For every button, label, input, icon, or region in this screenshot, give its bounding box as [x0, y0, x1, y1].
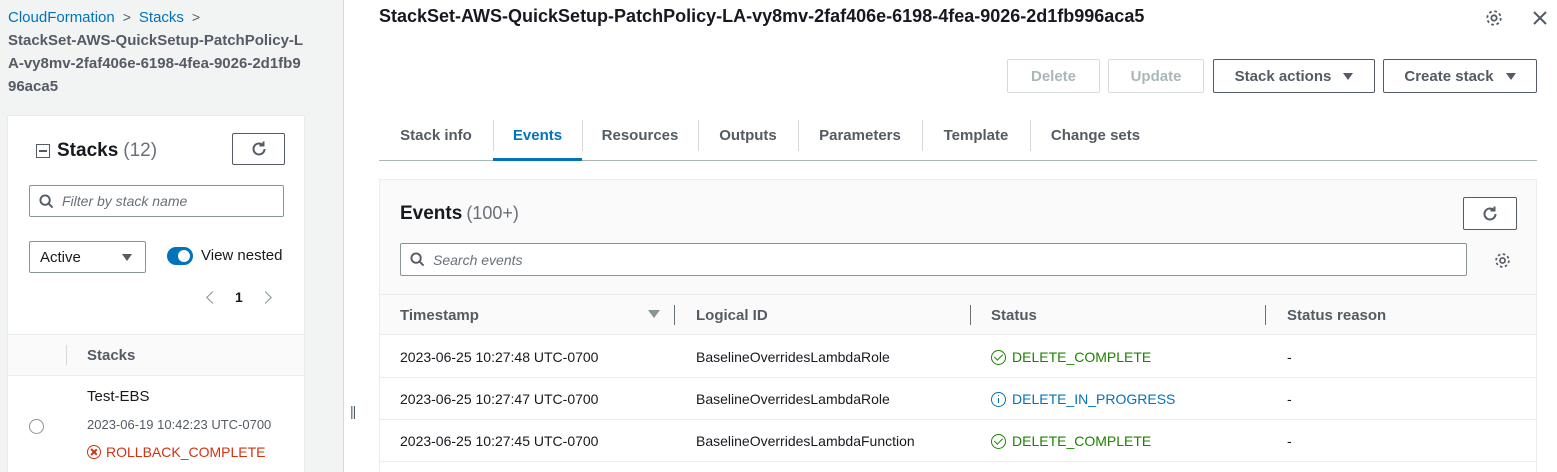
- tab-resources[interactable]: Resources: [582, 110, 698, 160]
- column-header-logical-id[interactable]: Logical ID: [696, 307, 768, 324]
- stacks-panel-title: Stacks (12): [36, 140, 157, 162]
- stack-actions-label: Stack actions: [1234, 67, 1332, 85]
- table-settings-gear-icon[interactable]: [1494, 252, 1511, 269]
- event-logical-id: BaselineOverridesLambdaFunction: [696, 433, 915, 449]
- events-panel: Events (100+) Search events Timestamp Log…: [379, 179, 1537, 472]
- column-header-status-reason[interactable]: Status reason: [1287, 307, 1386, 324]
- event-logical-id: BaselineOverridesLambdaRole: [696, 391, 890, 407]
- event-timestamp: 2023-06-25 10:27:47 UTC-0700: [400, 391, 599, 407]
- event-status-reason: -: [1287, 349, 1292, 365]
- event-status-reason: -: [1287, 433, 1292, 449]
- stack-status: ROLLBACK_COMPLETE: [87, 444, 266, 460]
- refresh-icon: [1483, 206, 1497, 220]
- stacks-table-header: Stacks: [8, 334, 304, 376]
- sort-descending-icon[interactable]: [648, 310, 660, 318]
- tab-events[interactable]: Events: [493, 110, 582, 161]
- panel-resize-handle[interactable]: ||: [350, 403, 356, 419]
- stack-tabs: Stack info Events Resources Outputs Para…: [379, 110, 1537, 161]
- column-header-status[interactable]: Status: [991, 307, 1037, 324]
- breadcrumb: CloudFormation > Stacks > StackSet-AWS-Quic…: [8, 6, 308, 98]
- column-separator[interactable]: [970, 305, 971, 325]
- search-icon: [39, 193, 54, 208]
- event-status-reason: -: [1287, 391, 1292, 407]
- stack-row[interactable]: Test-EBS 2023-06-19 10:42:23 UTC-0700 RO…: [8, 377, 304, 472]
- stacks-list-panel: Stacks (12) Filter by stack name Active …: [7, 115, 305, 472]
- event-status-text: DELETE_COMPLETE: [1012, 349, 1152, 365]
- stacks-count: (12): [123, 140, 158, 161]
- stacks-refresh-button[interactable]: [232, 133, 285, 165]
- events-panel-header: Events (100+) Search events: [380, 180, 1536, 294]
- event-status-text: DELETE_COMPLETE: [1012, 433, 1152, 449]
- create-stack-button[interactable]: Create stack: [1383, 59, 1537, 93]
- event-status: DELETE_IN_PROGRESS: [991, 391, 1175, 407]
- tab-change-sets[interactable]: Change sets: [1030, 110, 1161, 160]
- table-row: 2023-06-25 10:27:48 UTC-0700 BaselineOve…: [380, 336, 1536, 378]
- caret-down-icon: [122, 254, 132, 261]
- success-icon: [991, 349, 1006, 365]
- search-icon: [410, 252, 425, 267]
- table-row: 2023-06-25 10:27:45 UTC-0700 BaselineOve…: [380, 420, 1536, 462]
- breadcrumb-cloudformation[interactable]: CloudFormation: [8, 9, 115, 26]
- events-search-placeholder: Search events: [433, 251, 523, 268]
- info-icon: [991, 391, 1006, 407]
- page-number[interactable]: 1: [235, 289, 243, 305]
- stacks-sidebar: CloudFormation > Stacks > StackSet-AWS-Quic…: [0, 0, 344, 472]
- collapse-icon[interactable]: [36, 144, 50, 158]
- column-header-timestamp[interactable]: Timestamp: [400, 307, 479, 324]
- previous-page-icon[interactable]: [206, 290, 219, 304]
- events-table-header: Timestamp Logical ID Status Status reaso…: [380, 294, 1536, 335]
- tab-stack-info[interactable]: Stack info: [379, 110, 493, 160]
- stack-status-select[interactable]: Active: [29, 241, 146, 273]
- delete-button[interactable]: Delete: [1007, 59, 1100, 93]
- view-nested-label: View nested: [201, 247, 283, 264]
- column-separator[interactable]: [674, 305, 675, 325]
- events-title: Events (100+): [400, 203, 519, 225]
- stack-filter-placeholder: Filter by stack name: [62, 193, 188, 209]
- column-separator[interactable]: [1265, 305, 1266, 325]
- column-separator: [66, 345, 67, 365]
- events-title-text: Events: [400, 203, 463, 224]
- pagination: 1: [206, 289, 272, 305]
- page-title: StackSet-AWS-QuickSetup-PatchPolicy-LA-v…: [379, 6, 1145, 26]
- create-stack-label: Create stack: [1404, 67, 1494, 85]
- event-status: DELETE_COMPLETE: [991, 433, 1151, 449]
- breadcrumb-separator-icon: >: [122, 9, 131, 25]
- table-row: 2023-06-25 10:27:47 UTC-0700 BaselineOve…: [380, 378, 1536, 420]
- event-timestamp: 2023-06-25 10:27:48 UTC-0700: [400, 349, 599, 365]
- view-nested-toggle[interactable]: [167, 247, 193, 265]
- stack-created-date: 2023-06-19 10:42:23 UTC-0700: [87, 417, 272, 432]
- stack-filter-input[interactable]: Filter by stack name: [29, 185, 284, 217]
- stack-actions-button[interactable]: Stack actions: [1213, 59, 1375, 93]
- tab-outputs[interactable]: Outputs: [698, 110, 798, 160]
- close-icon[interactable]: [1532, 10, 1548, 26]
- refresh-icon: [252, 141, 265, 156]
- events-refresh-button[interactable]: [1463, 197, 1517, 230]
- breadcrumb-stacks[interactable]: Stacks: [139, 9, 184, 26]
- stacks-title-text: Stacks: [57, 140, 119, 161]
- events-search-input[interactable]: Search events: [400, 243, 1467, 276]
- event-status-text: DELETE_IN_PROGRESS: [1012, 391, 1176, 407]
- tab-template[interactable]: Template: [922, 110, 1030, 160]
- update-button[interactable]: Update: [1108, 59, 1204, 93]
- tab-parameters[interactable]: Parameters: [798, 110, 922, 160]
- error-icon: [87, 445, 101, 459]
- gear-icon[interactable]: [1485, 9, 1503, 27]
- stack-status-text: ROLLBACK_COMPLETE: [106, 444, 266, 460]
- event-logical-id: BaselineOverridesLambdaRole: [696, 349, 890, 365]
- stack-name[interactable]: Test-EBS: [87, 388, 150, 405]
- next-page-icon[interactable]: [258, 290, 272, 304]
- breadcrumb-current: StackSet-AWS-QuickSetup-PatchPolicy-LA-v…: [8, 32, 304, 95]
- event-status: DELETE_COMPLETE: [991, 349, 1151, 365]
- events-count: (100+): [466, 203, 519, 223]
- stack-status-select-value: Active: [40, 248, 81, 266]
- caret-down-icon: [1505, 72, 1516, 80]
- event-timestamp: 2023-06-25 10:27:45 UTC-0700: [400, 433, 599, 449]
- stack-select-radio[interactable]: [29, 419, 44, 434]
- stacks-column-header: Stacks: [87, 347, 136, 364]
- breadcrumb-separator-icon: >: [191, 9, 201, 25]
- success-icon: [991, 433, 1006, 449]
- caret-down-icon: [1343, 72, 1354, 80]
